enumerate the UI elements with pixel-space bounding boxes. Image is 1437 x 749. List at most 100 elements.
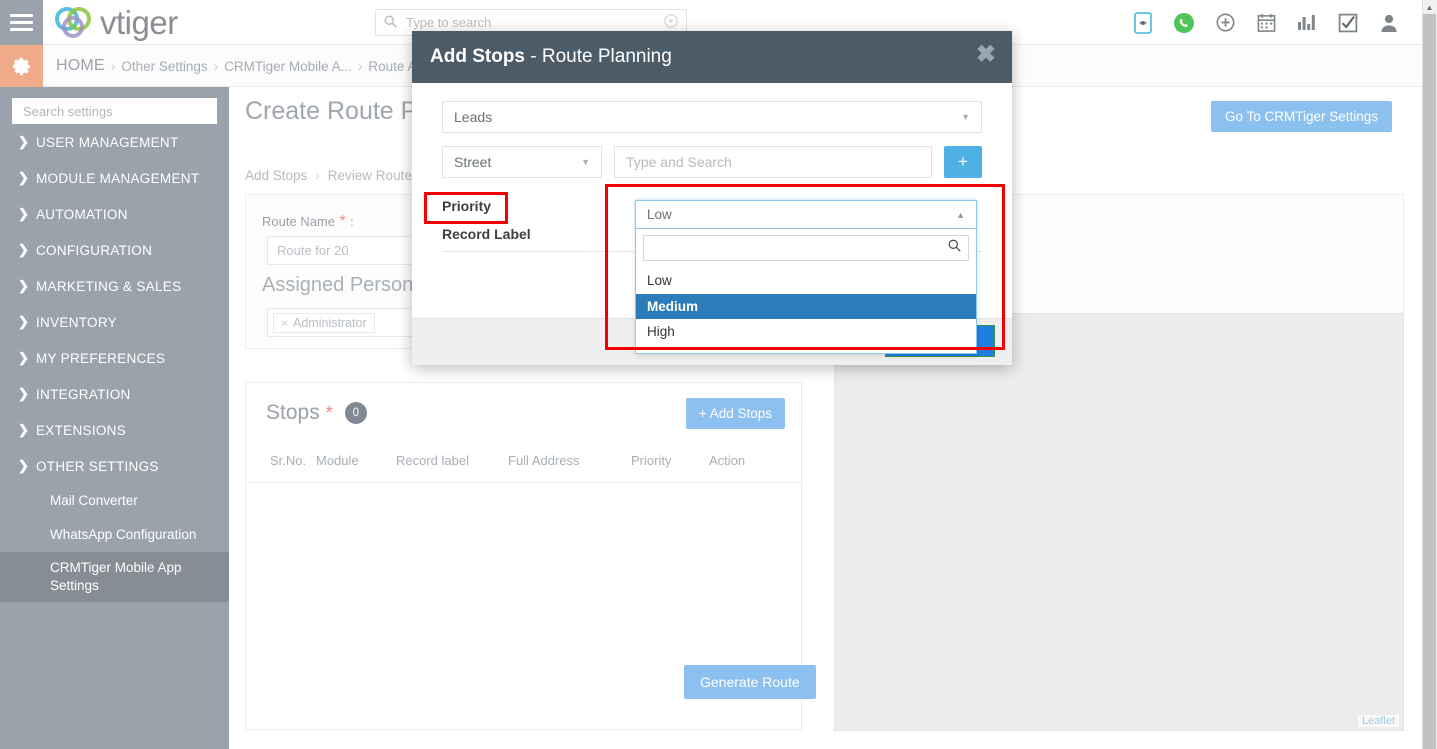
chevron-right-icon: ❯ (18, 386, 30, 401)
page-scrollbar[interactable]: ▲ (1422, 0, 1437, 749)
scrollbar-thumb[interactable] (1423, 14, 1436, 749)
breadcrumb-item-crmtiger-mobile-app[interactable]: CRMTiger Mobile A... (224, 59, 352, 74)
chevron-down-icon: ❯ (18, 458, 30, 473)
chevron-right-icon: ❯ (18, 170, 30, 185)
column-header-priority[interactable]: Priority (631, 447, 709, 483)
priority-label: Priority (442, 198, 492, 214)
leaflet-attribution[interactable]: Leaflet (1357, 715, 1399, 727)
calendar-icon[interactable] (1255, 12, 1277, 34)
breadcrumb-item-other-settings[interactable]: Other Settings (121, 59, 207, 74)
sidebar-item-label: INTEGRATION (36, 386, 131, 402)
sidebar-item-label: EXTENSIONS (36, 422, 127, 438)
stops-title: Stops (266, 401, 320, 424)
sidebar-item-whatsapp-configuration[interactable]: WhatsApp Configuration (0, 518, 229, 552)
priority-selected-value: Low (647, 207, 672, 222)
route-map[interactable]: Leaflet (834, 313, 1404, 731)
sidebar-item-integration[interactable]: ❯ INTEGRATION (0, 376, 229, 412)
scroll-up-arrow-icon[interactable]: ▲ (1423, 0, 1436, 14)
sidebar-item-marketing-sales[interactable]: ❯ MARKETING & SALES (0, 268, 229, 304)
required-asterisk: * (325, 403, 333, 424)
priority-dropdown: Low ▲ Low Medium High (635, 200, 977, 354)
priority-option-high[interactable]: High (636, 319, 976, 345)
add-row-button[interactable]: + (944, 146, 982, 178)
column-header-srno[interactable]: Sr.No. (246, 447, 316, 483)
assigned-person-name: Administrator (293, 315, 367, 330)
stops-header: Stops * 0 + Add Stops (246, 383, 801, 447)
sidebar-item-label: MODULE MANAGEMENT (36, 170, 200, 186)
close-icon[interactable]: ✖ (976, 43, 996, 67)
plus-icon: + (698, 406, 707, 421)
priority-option-low[interactable]: Low (636, 268, 976, 294)
assigned-person-token[interactable]: × Administrator (273, 312, 375, 333)
hamburger-icon[interactable] (0, 0, 43, 45)
chevron-right-icon: ❯ (18, 278, 30, 293)
stops-table-header-row: Sr.No. Module Record label Full Address … (246, 447, 801, 483)
stops-table: Sr.No. Module Record label Full Address … (246, 447, 801, 483)
go-to-crmtiger-settings-button[interactable]: Go To CRMTiger Settings (1210, 101, 1392, 132)
chevron-right-icon: ❯ (18, 134, 30, 149)
search-settings-input[interactable] (21, 102, 208, 120)
modal-title-sub: Route Planning (541, 46, 672, 67)
chevron-right-icon: ❯ (18, 206, 30, 221)
breadcrumb-separator: › (110, 58, 116, 74)
module-select[interactable]: Leads ▼ (442, 101, 982, 133)
tasks-checkbox-icon[interactable] (1337, 12, 1359, 34)
priority-dropdown-toggle[interactable]: Low ▲ (635, 200, 977, 229)
add-circle-icon[interactable] (1214, 12, 1236, 34)
sidebar-subitem-label: Mail Converter (50, 492, 138, 508)
modal-header: Add Stops - Route Planning ✖ (412, 31, 1012, 83)
wizard-step-add-stops[interactable]: Add Stops (245, 168, 307, 183)
app-root: vtiger Type to search HOME › Other Setti… (0, 0, 1437, 749)
priority-option-medium[interactable]: Medium (636, 293, 976, 320)
modal-title: Add Stops - Route Planning (430, 46, 672, 68)
gear-icon[interactable] (0, 45, 43, 87)
priority-dropdown-search[interactable] (643, 235, 969, 261)
chevron-right-icon: ❯ (18, 350, 30, 365)
top-icon-group (1132, 0, 1400, 45)
sidebar-item-label: MARKETING & SALES (36, 278, 182, 294)
chevron-down-icon[interactable] (664, 14, 678, 31)
sidebar-item-automation[interactable]: ❯ AUTOMATION (0, 196, 229, 232)
user-profile-icon[interactable] (1378, 12, 1400, 34)
breadcrumb-item-home[interactable]: HOME (56, 57, 105, 75)
field-select-value: Street (454, 154, 492, 170)
mobile-app-icon[interactable] (1132, 11, 1154, 34)
wizard-steps: Add Stops › Review Route (245, 161, 412, 189)
sidebar-item-mail-converter[interactable]: Mail Converter (0, 484, 229, 518)
sidebar-item-extensions[interactable]: ❯ EXTENSIONS (0, 412, 229, 448)
chevron-down-icon: ▼ (581, 157, 590, 167)
wizard-step-review-route[interactable]: Review Route (328, 168, 412, 183)
generate-route-button[interactable]: Generate Route (684, 665, 816, 699)
sidebar-item-crmtiger-mobile-app-settings[interactable]: CRMTiger Mobile App Settings (0, 552, 229, 603)
settings-search-box[interactable] (12, 98, 217, 124)
vtiger-logo[interactable]: vtiger (52, 2, 178, 44)
add-stops-label: Add Stops (709, 406, 772, 421)
modal-title-main: Add Stops (430, 46, 525, 67)
column-header-record-label[interactable]: Record label (396, 447, 508, 483)
sidebar-item-inventory[interactable]: ❯ INVENTORY (0, 304, 229, 340)
dropdown-bottom-spacer (636, 345, 976, 353)
type-and-search-input[interactable] (614, 146, 932, 178)
sidebar-item-my-preferences[interactable]: ❯ MY PREFERENCES (0, 340, 229, 376)
chevron-right-icon: › (315, 167, 320, 183)
sidebar-item-configuration[interactable]: ❯ CONFIGURATION (0, 232, 229, 268)
column-header-module[interactable]: Module (316, 447, 396, 483)
field-select[interactable]: Street ▼ (442, 146, 602, 178)
column-header-full-address[interactable]: Full Address (508, 447, 631, 483)
column-header-action[interactable]: Action (709, 447, 801, 483)
remove-token-icon[interactable]: × (281, 316, 288, 330)
analytics-icon[interactable] (1296, 12, 1318, 34)
chevron-right-icon: ❯ (18, 422, 30, 437)
sidebar-item-other-settings[interactable]: ❯ OTHER SETTINGS (0, 448, 229, 484)
settings-sidebar: ❯ USER MANAGEMENT ❯ MODULE MANAGEMENT ❯ … (0, 87, 229, 749)
sidebar-item-label: CONFIGURATION (36, 242, 153, 258)
search-input[interactable] (404, 14, 664, 31)
add-stops-button[interactable]: + Add Stops (685, 398, 785, 429)
sidebar-item-user-management[interactable]: ❯ USER MANAGEMENT (0, 124, 229, 160)
whatsapp-icon[interactable] (1173, 12, 1195, 34)
sidebar-item-module-management[interactable]: ❯ MODULE MANAGEMENT (0, 160, 229, 196)
required-asterisk: * (339, 213, 346, 230)
priority-search-input[interactable] (651, 239, 948, 257)
route-name-colon: : (350, 214, 354, 229)
sidebar-item-label: MY PREFERENCES (36, 350, 166, 366)
